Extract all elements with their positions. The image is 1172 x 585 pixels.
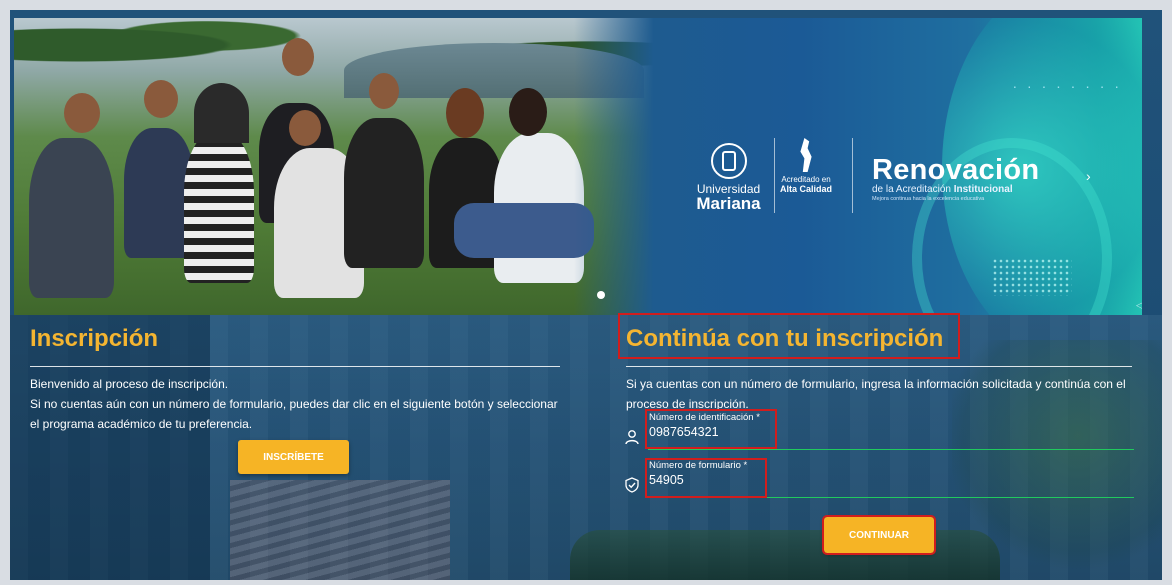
- logo-divider: [852, 138, 853, 213]
- continua-title: Continúa con tu inscripción: [626, 325, 944, 352]
- student-head: [144, 80, 178, 118]
- inscripcion-welcome-text: Bienvenido al proceso de inscripción.: [30, 377, 229, 391]
- identification-highlight-box: [645, 409, 777, 449]
- student-head: [289, 110, 321, 146]
- renovacion-sub-bold: Institucional: [953, 184, 1013, 195]
- students-photo: [14, 18, 654, 315]
- section-divider: [626, 366, 1132, 367]
- stairs-background: [230, 480, 450, 580]
- decorative-dots: · · · · · · · ·: [1012, 78, 1122, 94]
- renovacion-tagline: Mejora continua hacia la excelencia educ…: [872, 196, 985, 202]
- student-head: [446, 88, 484, 138]
- inscribete-button[interactable]: INSCRÍBETE: [238, 440, 349, 474]
- continua-section: Continúa con tu inscripción Si ya cuenta…: [626, 323, 1132, 414]
- student-figure: [454, 203, 594, 258]
- user-icon: [625, 430, 639, 445]
- hero-carousel[interactable]: · · · · · · · · Universidad Mariana Acre…: [14, 18, 1142, 315]
- student-head: [64, 93, 100, 133]
- section-divider: [30, 366, 560, 367]
- accreditation-banner: · · · · · · · ·: [574, 18, 1142, 315]
- inscripcion-title: Inscripción: [30, 325, 159, 352]
- carousel-next-icon[interactable]: ›: [1086, 168, 1091, 184]
- continuar-button[interactable]: CONTINUAR: [822, 515, 936, 555]
- continua-instructions-text: Si ya cuentas con un número de formulari…: [626, 377, 1126, 411]
- carousel-indicator-dot[interactable]: [597, 291, 605, 299]
- form-number-highlight-box: [645, 458, 767, 498]
- carousel-prev-icon[interactable]: ◁: [1136, 300, 1142, 311]
- acred-line1: Acreditado en: [781, 175, 831, 184]
- inscripcion-section: Inscripción Bienvenido al proceso de ins…: [30, 323, 560, 434]
- student-figure: [194, 83, 249, 143]
- student-head: [369, 73, 399, 109]
- alta-calidad-logo: Acreditado en Alta Calidad: [766, 138, 846, 194]
- inscripcion-instructions-text: Si no cuentas aún con un número de formu…: [30, 397, 558, 431]
- shield-check-icon: [625, 477, 639, 493]
- student-head: [509, 88, 547, 136]
- student-figure: [29, 138, 114, 298]
- renovacion-sub-pre: de la Acreditación: [872, 184, 954, 195]
- university-seal-icon: [710, 143, 747, 179]
- accreditation-figure-icon: [800, 138, 812, 172]
- student-head: [282, 38, 314, 76]
- identification-underline: [648, 449, 1134, 450]
- student-figure: [184, 133, 254, 283]
- renovacion-logo: Renovación de la Acreditación Institucio…: [872, 156, 1039, 204]
- decorative-dot-grid: [992, 258, 1072, 296]
- student-figure: [344, 118, 424, 268]
- acred-line2: Alta Calidad: [779, 184, 832, 194]
- logo-line2: Mariana: [696, 194, 761, 213]
- universidad-mariana-logo: Universidad Mariana: [686, 143, 771, 212]
- renovacion-title: Renovación: [872, 154, 1040, 186]
- bushes-background: [570, 530, 1000, 580]
